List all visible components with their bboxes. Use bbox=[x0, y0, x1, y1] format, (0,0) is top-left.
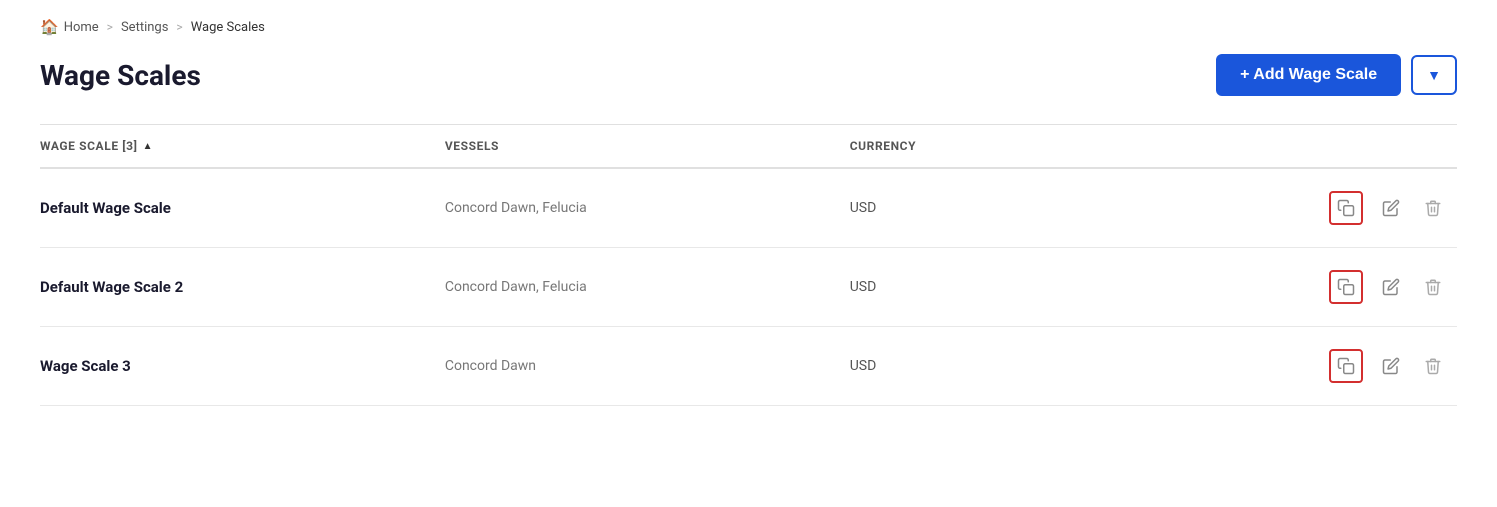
filter-button[interactable]: ▼ bbox=[1411, 55, 1457, 95]
breadcrumb: 🏠 Home > Settings > Wage Scales bbox=[40, 18, 1457, 36]
filter-icon: ▼ bbox=[1427, 67, 1441, 83]
delete-button-2[interactable] bbox=[1419, 273, 1447, 301]
col-label-wage-scale: WAGE SCALE [3] bbox=[40, 139, 138, 153]
sort-arrow-icon: ▲ bbox=[143, 141, 154, 152]
header-row: Wage Scales + Add Wage Scale ▼ bbox=[40, 54, 1457, 96]
row1-actions bbox=[1255, 191, 1457, 225]
wage-scales-table: WAGE SCALE [3] ▲ VESSELS CURRENCY Defaul… bbox=[40, 125, 1457, 406]
row1-currency: USD bbox=[850, 200, 1255, 216]
edit-button-3[interactable] bbox=[1377, 352, 1405, 380]
copy-icon-highlight-2 bbox=[1329, 270, 1363, 304]
copy-button-1[interactable] bbox=[1334, 196, 1358, 220]
row1-vessels: Concord Dawn, Felucia bbox=[445, 200, 850, 216]
row3-currency: USD bbox=[850, 358, 1255, 374]
breadcrumb-settings[interactable]: Settings bbox=[121, 20, 168, 35]
table-row: Default Wage Scale Concord Dawn, Felucia… bbox=[40, 169, 1457, 248]
copy-icon-highlight-1 bbox=[1329, 191, 1363, 225]
row1-copy-wrap bbox=[1329, 191, 1363, 225]
row3-name: Wage Scale 3 bbox=[40, 357, 445, 375]
row3-copy-wrap bbox=[1329, 349, 1363, 383]
page-title: Wage Scales bbox=[40, 59, 201, 92]
breadcrumb-home[interactable]: 🏠 Home bbox=[40, 18, 99, 36]
col-header-actions bbox=[1255, 139, 1457, 153]
breadcrumb-sep-2: > bbox=[176, 20, 182, 34]
row2-currency: USD bbox=[850, 279, 1255, 295]
header-actions: + Add Wage Scale ▼ bbox=[1216, 54, 1457, 96]
col-header-vessels: VESSELS bbox=[445, 139, 850, 153]
copy-button-2[interactable] bbox=[1334, 275, 1358, 299]
row3-actions bbox=[1255, 349, 1457, 383]
col-label-vessels: VESSELS bbox=[445, 139, 499, 153]
table-header: WAGE SCALE [3] ▲ VESSELS CURRENCY bbox=[40, 125, 1457, 169]
delete-button-1[interactable] bbox=[1419, 194, 1447, 222]
col-header-wage-scale: WAGE SCALE [3] ▲ bbox=[40, 139, 445, 153]
copy-button-3[interactable] bbox=[1334, 354, 1358, 378]
home-icon: 🏠 bbox=[40, 18, 59, 36]
row3-vessels: Concord Dawn bbox=[445, 358, 850, 374]
row2-vessels: Concord Dawn, Felucia bbox=[445, 279, 850, 295]
breadcrumb-sep-1: > bbox=[107, 20, 113, 34]
page-container: 🏠 Home > Settings > Wage Scales Wage Sca… bbox=[0, 0, 1497, 446]
table-row: Wage Scale 3 Concord Dawn USD bbox=[40, 327, 1457, 406]
col-label-currency: CURRENCY bbox=[850, 139, 916, 153]
row2-copy-wrap bbox=[1329, 270, 1363, 304]
col-header-currency: CURRENCY bbox=[850, 139, 1255, 153]
copy-icon-highlight-3 bbox=[1329, 349, 1363, 383]
delete-button-3[interactable] bbox=[1419, 352, 1447, 380]
edit-button-1[interactable] bbox=[1377, 194, 1405, 222]
add-wage-scale-button[interactable]: + Add Wage Scale bbox=[1216, 54, 1401, 96]
row2-actions bbox=[1255, 270, 1457, 304]
row2-name: Default Wage Scale 2 bbox=[40, 278, 445, 296]
row1-name: Default Wage Scale bbox=[40, 199, 445, 217]
breadcrumb-current: Wage Scales bbox=[191, 20, 265, 35]
table-row: Default Wage Scale 2 Concord Dawn, Feluc… bbox=[40, 248, 1457, 327]
breadcrumb-home-label: Home bbox=[64, 20, 99, 35]
edit-button-2[interactable] bbox=[1377, 273, 1405, 301]
